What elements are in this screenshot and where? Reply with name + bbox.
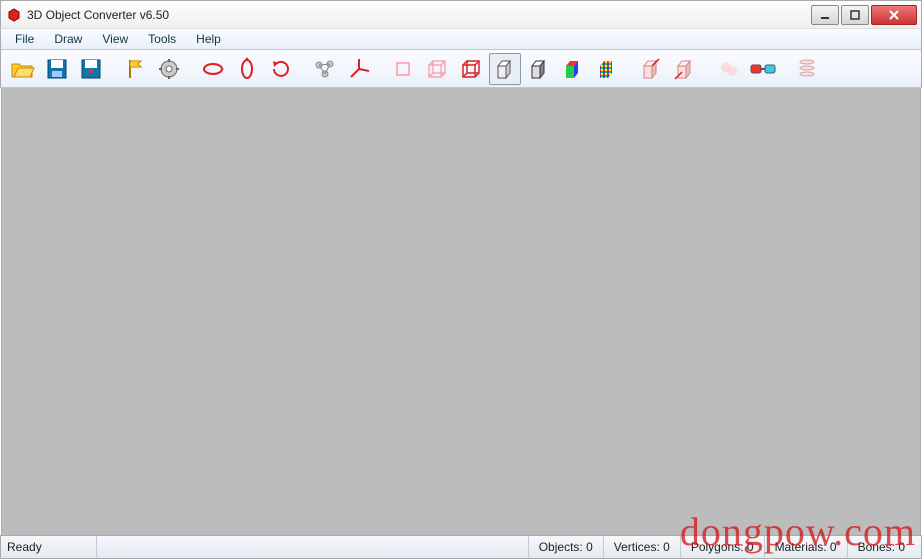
settings-button[interactable] <box>153 53 185 85</box>
app-icon <box>7 8 21 22</box>
wire-red-icon <box>459 57 483 81</box>
open-button[interactable] <box>7 53 39 85</box>
vertices-icon <box>313 57 337 81</box>
menubar: File Draw View Tools Help <box>0 28 922 50</box>
rotate-y-button[interactable] <box>231 53 263 85</box>
shaded-cube-button[interactable] <box>523 53 555 85</box>
close-button[interactable] <box>871 5 917 25</box>
wire-cube-icon <box>425 57 449 81</box>
open-icon <box>10 58 36 80</box>
status-ready: Ready <box>7 536 97 558</box>
menu-view[interactable]: View <box>92 29 138 49</box>
save-favorite-icon <box>79 57 103 81</box>
statusbar: Ready Objects: 0 Vertices: 0 Polygons: 0… <box>0 535 922 559</box>
glasses-3d-button[interactable] <box>747 53 779 85</box>
window-controls <box>809 5 917 25</box>
flag-icon <box>123 57 147 81</box>
menu-file[interactable]: File <box>5 29 44 49</box>
axes-icon <box>347 57 371 81</box>
shaded-cube-icon <box>527 57 551 81</box>
checker-cube-button[interactable] <box>591 53 623 85</box>
minimize-button[interactable] <box>811 5 839 25</box>
glasses-3d-icon <box>750 60 776 78</box>
save-icon <box>45 57 69 81</box>
settings-icon <box>157 57 181 81</box>
cube-normal-b-icon <box>673 57 697 81</box>
menu-draw[interactable]: Draw <box>44 29 92 49</box>
rotate-x-icon <box>201 57 225 81</box>
checker-cube-icon <box>595 57 619 81</box>
rotate-y-icon <box>235 57 259 81</box>
status-bones: Bones: 0 <box>847 536 915 558</box>
save-favorite-button[interactable] <box>75 53 107 85</box>
stack-button[interactable] <box>791 53 823 85</box>
vertices-button[interactable] <box>309 53 341 85</box>
maximize-button[interactable] <box>841 5 869 25</box>
viewport-3d[interactable] <box>1 88 921 535</box>
cube-normal-a-icon <box>639 57 663 81</box>
rotate-z-button[interactable] <box>265 53 297 85</box>
save-button[interactable] <box>41 53 73 85</box>
wire-front-icon <box>391 57 415 81</box>
status-materials: Materials: 0 <box>764 536 847 558</box>
cube-normal-a-button[interactable] <box>635 53 667 85</box>
faint-a-icon <box>717 57 741 81</box>
window-title: 3D Object Converter v6.50 <box>27 8 809 22</box>
menu-help[interactable]: Help <box>186 29 231 49</box>
flag-button[interactable] <box>119 53 151 85</box>
stack-icon <box>797 57 817 81</box>
color-cube-button[interactable] <box>557 53 589 85</box>
menu-tools[interactable]: Tools <box>138 29 186 49</box>
color-cube-icon <box>561 57 585 81</box>
toolbar <box>0 50 922 88</box>
faint-a-button[interactable] <box>713 53 745 85</box>
wire-cube-button[interactable] <box>421 53 453 85</box>
axes-button[interactable] <box>343 53 375 85</box>
status-objects: Objects: 0 <box>528 536 603 558</box>
wire-front-button[interactable] <box>387 53 419 85</box>
cube-normal-b-button[interactable] <box>669 53 701 85</box>
wire-red-button[interactable] <box>455 53 487 85</box>
rotate-z-icon <box>269 57 293 81</box>
titlebar: 3D Object Converter v6.50 <box>0 0 922 28</box>
solid-cube-icon <box>493 57 517 81</box>
solid-cube-button[interactable] <box>489 53 521 85</box>
status-vertices: Vertices: 0 <box>603 536 680 558</box>
rotate-x-button[interactable] <box>197 53 229 85</box>
status-polygons: Polygons: 0 <box>680 536 764 558</box>
